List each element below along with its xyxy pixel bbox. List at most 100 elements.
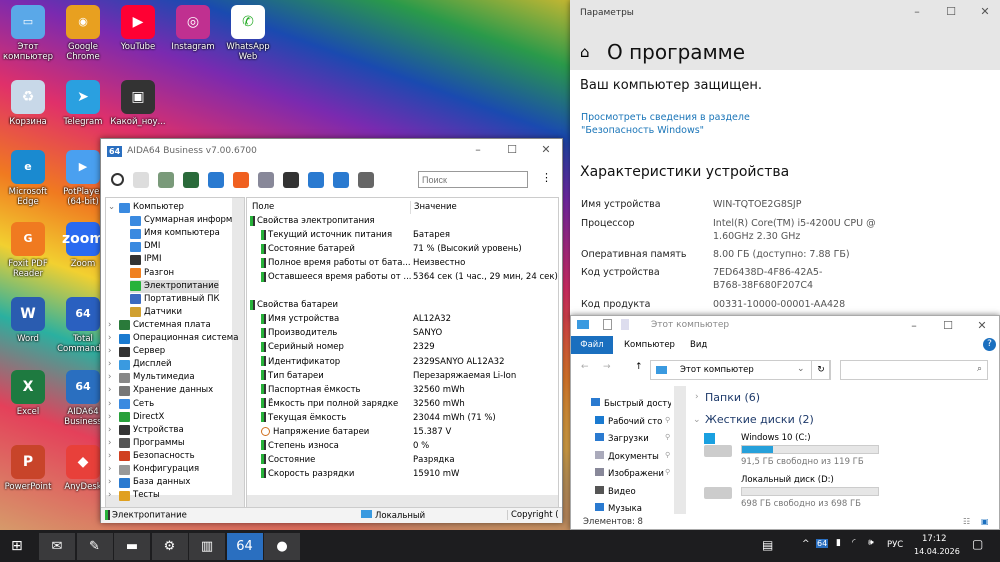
tab-file[interactable]: Файл <box>571 336 613 354</box>
tree-item[interactable]: Портативный ПК <box>130 293 220 306</box>
chevron-right-icon[interactable]: › <box>108 437 116 450</box>
tree-item[interactable]: Электропитание <box>130 279 219 293</box>
chevron-right-icon[interactable]: › <box>108 424 116 437</box>
paint-icon[interactable]: ✎ <box>76 533 113 560</box>
drive-item[interactable]: Локальный диск (D:) 698 ГБ свободно из 69… <box>701 473 881 511</box>
desktop-icon[interactable]: ✆ WhatsApp Web <box>220 5 276 62</box>
chevron-down-icon[interactable]: ⌄ <box>797 364 805 374</box>
news-widget-icon[interactable]: ▤ <box>762 538 773 552</box>
notifications-icon[interactable]: ▢ <box>972 537 983 551</box>
close-button[interactable]: ✕ <box>529 143 563 156</box>
chevron-right-icon[interactable]: › <box>108 398 116 411</box>
clock-time[interactable]: 17:12 <box>922 534 947 544</box>
desktop-icon[interactable]: G Foxit PDF Reader <box>0 222 56 279</box>
list-row[interactable]: Идентификатор 2329SANYO AL12A32 <box>247 356 558 369</box>
desktop-icon[interactable]: X Excel <box>0 370 56 417</box>
mail-icon[interactable]: ✉ <box>39 533 75 560</box>
user-icon[interactable] <box>283 171 299 188</box>
list-row[interactable]: Тип батареи Перезаряжаемая Li-Ion <box>247 370 558 383</box>
desktop-icon[interactable]: ➤ Telegram <box>55 80 111 127</box>
desktop-icon[interactable]: ▣ Какой_ноу... <box>110 80 166 127</box>
search-input[interactable] <box>418 171 528 188</box>
desktop-icon[interactable]: W Word <box>0 297 56 344</box>
nav-scrollbar[interactable] <box>674 386 686 514</box>
tree-item[interactable]: › Устройства <box>108 424 184 437</box>
pin-icon[interactable]: ⚲ <box>665 416 670 424</box>
chevron-right-icon[interactable]: › <box>108 384 116 397</box>
chevron-right-icon[interactable]: › <box>108 358 116 371</box>
chevron-right-icon[interactable]: › <box>108 345 116 358</box>
clock-date[interactable]: 14.04.2026 <box>914 547 960 556</box>
column-header-value[interactable]: Значение <box>410 201 550 214</box>
search-input[interactable]: ⌕ <box>840 360 988 380</box>
wifi-icon[interactable]: ◜ <box>852 538 856 548</box>
maximize-button[interactable]: ☐ <box>495 143 529 156</box>
tree-item[interactable]: Датчики <box>130 306 182 319</box>
minimize-button[interactable]: – <box>461 143 495 156</box>
nav-item[interactable]: Видео <box>595 485 675 497</box>
close-button[interactable]: ✕ <box>965 319 999 332</box>
nav-item[interactable]: Загрузки <box>595 433 675 444</box>
chevron-right-icon[interactable]: › <box>695 392 699 402</box>
list-row[interactable]: Текущая ёмкость 23044 mWh (71 %) <box>247 412 558 425</box>
nav-item[interactable]: Рабочий сто <box>595 415 675 427</box>
database-icon[interactable] <box>333 171 349 188</box>
tree-item[interactable]: DMI <box>130 240 160 253</box>
chevron-down-icon[interactable]: ⌄ <box>108 201 116 214</box>
list-row[interactable]: Состояние Разрядка <box>247 454 558 467</box>
drives-group[interactable]: Жесткие диски (2) <box>705 413 814 426</box>
tree-item[interactable]: › Хранение данных <box>108 384 213 397</box>
tree-item[interactable]: › Программы <box>108 437 185 450</box>
scheduler-icon[interactable] <box>358 171 374 188</box>
tree-item[interactable]: › База данных <box>108 476 190 489</box>
tree-item[interactable]: ⌄ Компьютер <box>108 201 184 214</box>
tree-item[interactable]: Суммарная информ <box>130 214 232 227</box>
hardware-icon[interactable] <box>208 171 224 188</box>
settings-icon[interactable]: ⚙ <box>151 533 188 560</box>
list-row[interactable]: Ёмкость при полной зарядке 32560 mWh <box>247 398 558 411</box>
tree-item[interactable]: › Тесты <box>108 489 160 502</box>
list-row[interactable]: Оставшееся время работы от ... 5364 сек (… <box>247 271 558 284</box>
list-row[interactable]: Паспортная ёмкость 32560 mWh <box>247 384 558 397</box>
volume-icon[interactable]: 🕪 <box>868 538 874 548</box>
nav-item[interactable]: Музыка <box>595 503 675 514</box>
pin-icon[interactable]: ⚲ <box>665 433 670 441</box>
close-button[interactable]: ✕ <box>968 5 1000 18</box>
report-icon[interactable] <box>133 171 149 188</box>
refresh-button[interactable]: ↻ <box>811 360 831 380</box>
list-row[interactable]: Производитель SANYO <box>247 327 558 340</box>
chevron-right-icon[interactable]: › <box>108 476 116 489</box>
tab-computer[interactable]: Компьютер <box>624 340 675 350</box>
desktop-icon[interactable]: ◎ Instagram <box>165 5 221 52</box>
tree-scrollbar[interactable] <box>232 198 244 495</box>
pin-icon[interactable]: ⚲ <box>665 451 670 459</box>
network-icon[interactable] <box>258 171 274 188</box>
menu-icon[interactable]: ⋮ <box>541 171 552 184</box>
help-icon[interactable]: ? <box>983 338 996 351</box>
tree-item[interactable]: › Сеть <box>108 398 154 411</box>
new-folder-icon[interactable] <box>621 319 629 330</box>
chevron-right-icon[interactable]: › <box>108 450 116 463</box>
tree-item[interactable]: › DirectX <box>108 411 164 424</box>
show-hidden-icons[interactable]: ^ <box>802 539 810 549</box>
tree-item[interactable]: › Системная плата <box>108 319 211 332</box>
list-row[interactable]: Свойства электропитания <box>247 215 558 228</box>
chevron-right-icon[interactable]: › <box>108 411 116 424</box>
desktop-icon[interactable]: ▶ YouTube <box>110 5 166 52</box>
aida64-icon[interactable]: 64 <box>226 533 263 560</box>
drive-item[interactable]: Windows 10 (C:) 91,5 ГБ свободно из 119 Г… <box>701 431 881 469</box>
aida-tool-icon[interactable]: ▥ <box>189 533 225 560</box>
up-button[interactable]: ↑ <box>635 362 643 372</box>
list-row[interactable]: Состояние батарей 71 % (Высокий уровень) <box>247 243 558 256</box>
chevron-right-icon[interactable]: › <box>108 489 116 502</box>
list-row[interactable]: Напряжение батареи 15.387 V <box>247 426 558 439</box>
tree-item[interactable]: › Безопасность <box>108 450 195 463</box>
piechart-icon[interactable] <box>308 171 324 188</box>
chevron-right-icon[interactable]: › <box>108 319 116 332</box>
pin-icon[interactable]: ⚲ <box>665 468 670 476</box>
list-row[interactable]: Свойства батареи <box>247 299 558 312</box>
list-hscrollbar[interactable] <box>247 495 558 507</box>
list-row[interactable]: Полное время работы от бата... Неизвестно <box>247 257 558 270</box>
home-icon[interactable]: ⌂ <box>580 43 590 61</box>
maximize-button[interactable]: ☐ <box>934 5 968 18</box>
